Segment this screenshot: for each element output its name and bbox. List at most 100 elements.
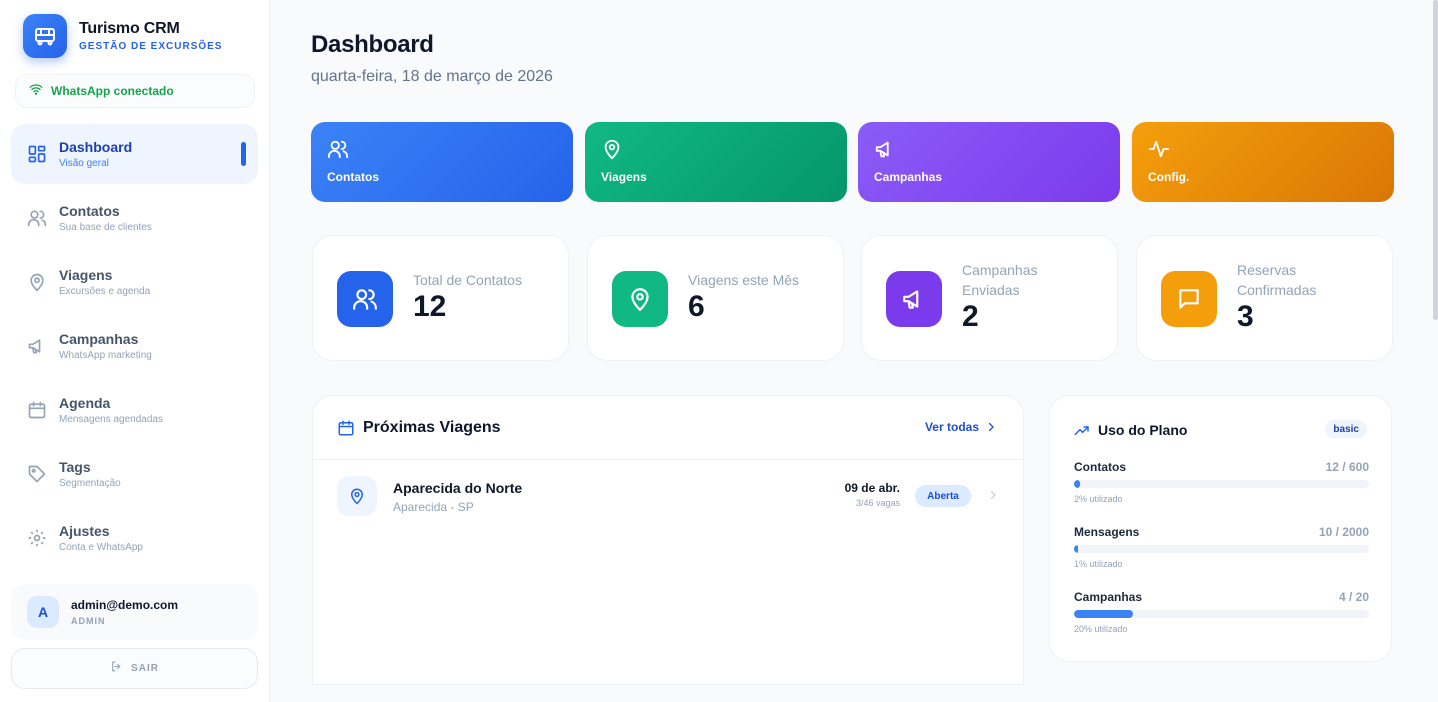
panel-title: Uso do Plano <box>1098 422 1188 438</box>
usage-count: 12 / 600 <box>1325 460 1369 474</box>
stat-value: 12 <box>413 290 447 323</box>
brand-subtitle: GESTÃO DE EXCURSÕES <box>79 41 223 52</box>
sidebar-nav: Dashboard Visão geral Contatos Sua base … <box>11 124 258 572</box>
wifi-icon <box>29 82 43 101</box>
stat-card-contatos: Total de Contatos 12 <box>312 235 569 361</box>
plan-badge: basic <box>1325 420 1367 438</box>
quick-action-label: Viagens <box>601 170 647 184</box>
trending-up-icon <box>1074 423 1090 444</box>
quick-action-label: Campanhas <box>874 170 943 184</box>
avatar: A <box>27 596 59 628</box>
quick-action-config[interactable]: Config. <box>1132 122 1394 202</box>
sidebar-item-tags[interactable]: Tags Segmentação <box>11 444 258 504</box>
sidebar-item-sub: WhatsApp marketing <box>59 350 152 361</box>
sidebar-item-label: Ajustes <box>59 523 110 539</box>
usage-bar <box>1074 545 1369 553</box>
sidebar-item-sub: Excursões e agenda <box>59 286 151 297</box>
usage-fill <box>1074 610 1133 618</box>
view-all-label: Ver todas <box>924 420 979 434</box>
sidebar-item-agenda[interactable]: Agenda Mensagens agendadas <box>11 380 258 440</box>
brand-title: Turismo CRM <box>79 20 180 37</box>
trip-name: Aparecida do Norte <box>393 480 523 496</box>
trip-date: 09 de abr. <box>844 481 900 495</box>
users-icon <box>26 207 48 229</box>
usage-bar <box>1074 480 1369 488</box>
view-all-link[interactable]: Ver todas <box>925 420 997 434</box>
trip-row[interactable]: Aparecida do Norte Aparecida - SP 09 de … <box>337 476 1001 520</box>
sidebar-item-sub: Mensagens agendadas <box>59 414 163 425</box>
active-indicator <box>241 142 246 166</box>
sidebar-item-viagens[interactable]: Viagens Excursões e agenda <box>11 252 258 312</box>
usage-pct: 2% utilizado <box>1074 494 1123 504</box>
sidebar-item-label: Contatos <box>59 203 120 219</box>
calendar-icon <box>337 419 355 442</box>
activity-icon <box>1148 138 1170 165</box>
user-role: ADMIN <box>71 616 106 626</box>
upcoming-trips-panel: Próximas Viagens Ver todas Aparecida do … <box>312 395 1024 685</box>
usage-count: 10 / 2000 <box>1318 525 1369 539</box>
tag-icon <box>26 463 48 485</box>
stat-card-reservas: Reservas Confirmadas 3 <box>1136 235 1393 361</box>
usage-bar <box>1074 610 1369 618</box>
quick-action-contatos[interactable]: Contatos <box>311 122 573 202</box>
users-icon <box>337 271 393 327</box>
usage-fill <box>1074 545 1079 553</box>
dashboard-icon <box>26 143 48 165</box>
page-date: quarta-feira, 18 de março de 2026 <box>311 68 553 85</box>
megaphone-icon <box>26 335 48 357</box>
quick-action-label: Contatos <box>327 170 379 184</box>
sidebar-item-label: Dashboard <box>59 139 133 155</box>
brand[interactable]: Turismo CRM GESTÃO DE EXCURSÕES <box>23 14 222 58</box>
sidebar-item-sub: Visão geral <box>59 158 109 169</box>
stat-label: Viagens este Mês <box>688 272 800 288</box>
logout-label: SAIR <box>131 663 159 674</box>
megaphone-icon <box>874 138 896 165</box>
page-title: Dashboard <box>311 31 434 58</box>
user-email: admin@demo.com <box>71 598 179 612</box>
gear-icon <box>26 527 48 549</box>
stat-card-campanhas: Campanhas Enviadas 2 <box>861 235 1118 361</box>
stat-value: 2 <box>962 300 979 333</box>
logout-button[interactable]: SAIR <box>11 648 258 689</box>
plan-usage-panel: Uso do Plano basic Contatos 12 / 600 2% … <box>1049 395 1392 662</box>
sidebar-item-dashboard[interactable]: Dashboard Visão geral <box>11 124 258 184</box>
sidebar-item-campanhas[interactable]: Campanhas WhatsApp marketing <box>11 316 258 376</box>
sidebar-item-sub: Sua base de clientes <box>59 222 152 233</box>
usage-fill <box>1074 480 1080 488</box>
sidebar-item-label: Viagens <box>59 267 113 283</box>
scrollbar[interactable] <box>1433 0 1438 320</box>
trip-seats: 3/46 vagas <box>855 498 900 508</box>
user-card[interactable]: A admin@demo.com ADMIN <box>11 584 258 640</box>
map-pin-icon <box>337 476 377 516</box>
stat-label: Campanhas Enviadas <box>962 262 1038 298</box>
usage-count: 4 / 20 <box>1338 590 1369 604</box>
sidebar: Turismo CRM GESTÃO DE EXCURSÕES WhatsApp… <box>0 0 270 702</box>
usage-pct: 20% utilizado <box>1074 624 1128 634</box>
map-pin-icon <box>26 271 48 293</box>
usage-pct: 1% utilizado <box>1074 559 1123 569</box>
stat-value: 3 <box>1237 300 1254 333</box>
quick-action-viagens[interactable]: Viagens <box>585 122 847 202</box>
panel-header: Próximas Viagens Ver todas <box>313 396 1023 460</box>
whatsapp-status: WhatsApp conectado <box>15 74 255 108</box>
stat-card-viagens: Viagens este Mês 6 <box>587 235 844 361</box>
sidebar-item-label: Tags <box>59 459 91 475</box>
stat-label: Reservas Confirmadas <box>1237 262 1317 298</box>
usage-name: Mensagens <box>1074 525 1140 539</box>
message-icon <box>1161 271 1217 327</box>
sidebar-item-ajustes[interactable]: Ajustes Conta e WhatsApp <box>11 508 258 568</box>
stat-label: Total de Contatos <box>413 272 522 288</box>
chevron-right-icon <box>987 488 999 506</box>
sidebar-item-contatos[interactable]: Contatos Sua base de clientes <box>11 188 258 248</box>
sidebar-item-label: Agenda <box>59 395 111 411</box>
trip-place: Aparecida - SP <box>393 500 474 514</box>
sidebar-item-sub: Segmentação <box>59 478 121 489</box>
main-content: Dashboard quarta-feira, 18 de março de 2… <box>271 0 1438 702</box>
stat-value: 6 <box>688 290 705 323</box>
quick-action-campanhas[interactable]: Campanhas <box>858 122 1120 202</box>
quick-action-label: Config. <box>1148 170 1190 184</box>
megaphone-icon <box>886 271 942 327</box>
panel-title: Próximas Viagens <box>363 419 501 436</box>
sidebar-item-label: Campanhas <box>59 331 139 347</box>
sidebar-item-sub: Conta e WhatsApp <box>59 542 143 553</box>
